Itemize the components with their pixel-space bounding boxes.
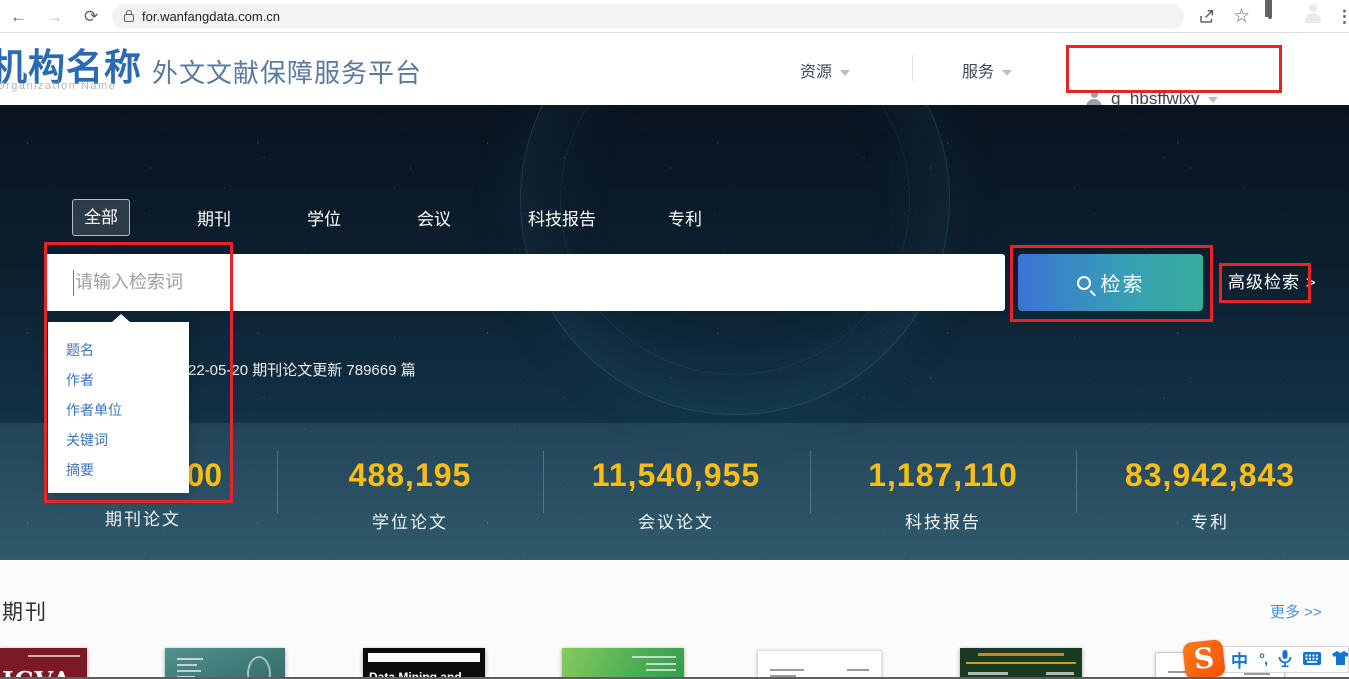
stat-degree: 488,195 学位论文 — [275, 457, 545, 533]
search-button-label: 检索 — [1101, 268, 1145, 297]
microphone-icon[interactable] — [1278, 650, 1292, 672]
journals-title: 期刊 — [2, 596, 48, 626]
tab-degree[interactable]: 学位 — [307, 205, 341, 230]
browser-menu-icon[interactable]: ⋮ — [1336, 0, 1349, 33]
keyboard-icon[interactable] — [1303, 652, 1321, 670]
site-header: 机构名称 Organization Name 外文文献保障服务平台 资源 服务 … — [0, 33, 1349, 105]
journal-cover[interactable] — [960, 648, 1082, 679]
search-icon — [1077, 276, 1091, 290]
nav-divider — [912, 55, 913, 81]
org-logo-subtitle: Organization Name — [0, 80, 116, 92]
dropdown-option-keyword[interactable]: 关键词 — [48, 425, 189, 455]
browser-chrome: ← → ⟳ for.wanfangdata.com.cn ☆ ⋮ — [0, 0, 1349, 33]
lock-icon — [124, 14, 134, 22]
journal-cover[interactable] — [562, 648, 684, 679]
more-link[interactable]: 更多 >> — [1270, 601, 1322, 622]
url-bar[interactable]: for.wanfangdata.com.cn — [112, 4, 1184, 29]
search-input[interactable] — [45, 254, 1005, 311]
tab-journal[interactable]: 期刊 — [197, 205, 231, 230]
stat-patent: 83,942,843 专利 — [1075, 457, 1345, 533]
stat-label-journal: 期刊论文 — [8, 505, 278, 530]
reload-icon[interactable]: ⟳ — [84, 0, 98, 33]
stat-label-conference: 会议论文 — [541, 508, 811, 533]
ime-toolbar-pill: 中 °, — [1216, 646, 1349, 673]
cover-graphic — [247, 656, 271, 679]
nav-services[interactable]: 服务 — [962, 58, 1012, 82]
dropdown-option-affiliation[interactable]: 作者单位 — [48, 395, 189, 425]
punctuation-icon[interactable]: °, — [1259, 651, 1267, 668]
stat-conference: 11,540,955 会议论文 — [541, 457, 811, 533]
dropdown-option-author[interactable]: 作者 — [48, 365, 189, 395]
stat-label-tech-report: 科技报告 — [808, 508, 1078, 533]
chinese-mode-icon[interactable]: 中 — [1231, 647, 1248, 672]
sogou-logo[interactable]: S — [1182, 639, 1226, 679]
search-button[interactable]: 检索 — [1018, 254, 1203, 311]
nav-divider — [1066, 55, 1067, 81]
stat-value-patent: 83,942,843 — [1075, 457, 1345, 494]
bookmark-star-icon[interactable]: ☆ — [1233, 0, 1250, 33]
tab-tech-report[interactable]: 科技报告 — [528, 205, 596, 230]
page-root: ← → ⟳ for.wanfangdata.com.cn ☆ ⋮ 机构名称 Or… — [0, 0, 1349, 679]
tab-patent[interactable]: 专利 — [668, 205, 702, 230]
stats-band: 00 期刊论文 488,195 学位论文 11,540,955 会议论文 1,1… — [0, 423, 1349, 560]
dropdown-option-abstract[interactable]: 摘要 — [48, 455, 189, 485]
stat-tech-report: 1,187,110 科技报告 — [808, 457, 1078, 533]
journal-cover[interactable] — [165, 648, 285, 679]
page-title: 外文文献保障服务平台 — [152, 53, 422, 90]
nav-services-label: 服务 — [962, 64, 994, 81]
share-icon[interactable] — [1198, 7, 1216, 30]
journal-cover[interactable]: JCVA — [0, 648, 87, 679]
stat-label-degree: 学位论文 — [275, 508, 545, 533]
url-text[interactable]: for.wanfangdata.com.cn — [142, 9, 280, 24]
stat-value-degree: 488,195 — [275, 457, 545, 494]
journal-cover[interactable] — [757, 650, 882, 679]
chevron-down-icon — [1002, 70, 1012, 76]
stat-value-conference: 11,540,955 — [541, 457, 811, 494]
journal-cover[interactable]: Data Mining and — [363, 648, 485, 679]
stat-label-patent: 专利 — [1075, 508, 1345, 533]
journals-section: 期刊 更多 >> JCVA Data Mining and — [0, 560, 1349, 679]
tab-all[interactable]: 全部 — [72, 199, 130, 236]
side-panel-icon[interactable] — [1268, 0, 1272, 19]
text-caret — [73, 270, 74, 296]
chevron-down-icon — [840, 70, 850, 76]
advanced-search-link[interactable]: 高级检索 > — [1228, 268, 1317, 293]
nav-resources[interactable]: 资源 — [800, 58, 850, 82]
forward-icon[interactable]: → — [46, 0, 63, 33]
search-field-dropdown: 题名 作者 作者单位 关键词 摘要 — [48, 322, 189, 493]
stat-value-tech-report: 1,187,110 — [808, 457, 1078, 494]
chevron-down-icon — [1208, 97, 1218, 103]
skin-icon[interactable] — [1332, 651, 1349, 670]
hero-section: 全部 期刊 学位 会议 科技报告 专利 检索 高级检索 > 22-05-20 期… — [0, 105, 1349, 560]
back-icon[interactable]: ← — [10, 0, 27, 33]
update-notice: 22-05-20 期刊论文更新 789669 篇 — [188, 359, 416, 380]
dropdown-option-title[interactable]: 题名 — [48, 335, 189, 365]
tab-conference[interactable]: 会议 — [417, 205, 451, 230]
nav-resources-label: 资源 — [800, 64, 832, 81]
